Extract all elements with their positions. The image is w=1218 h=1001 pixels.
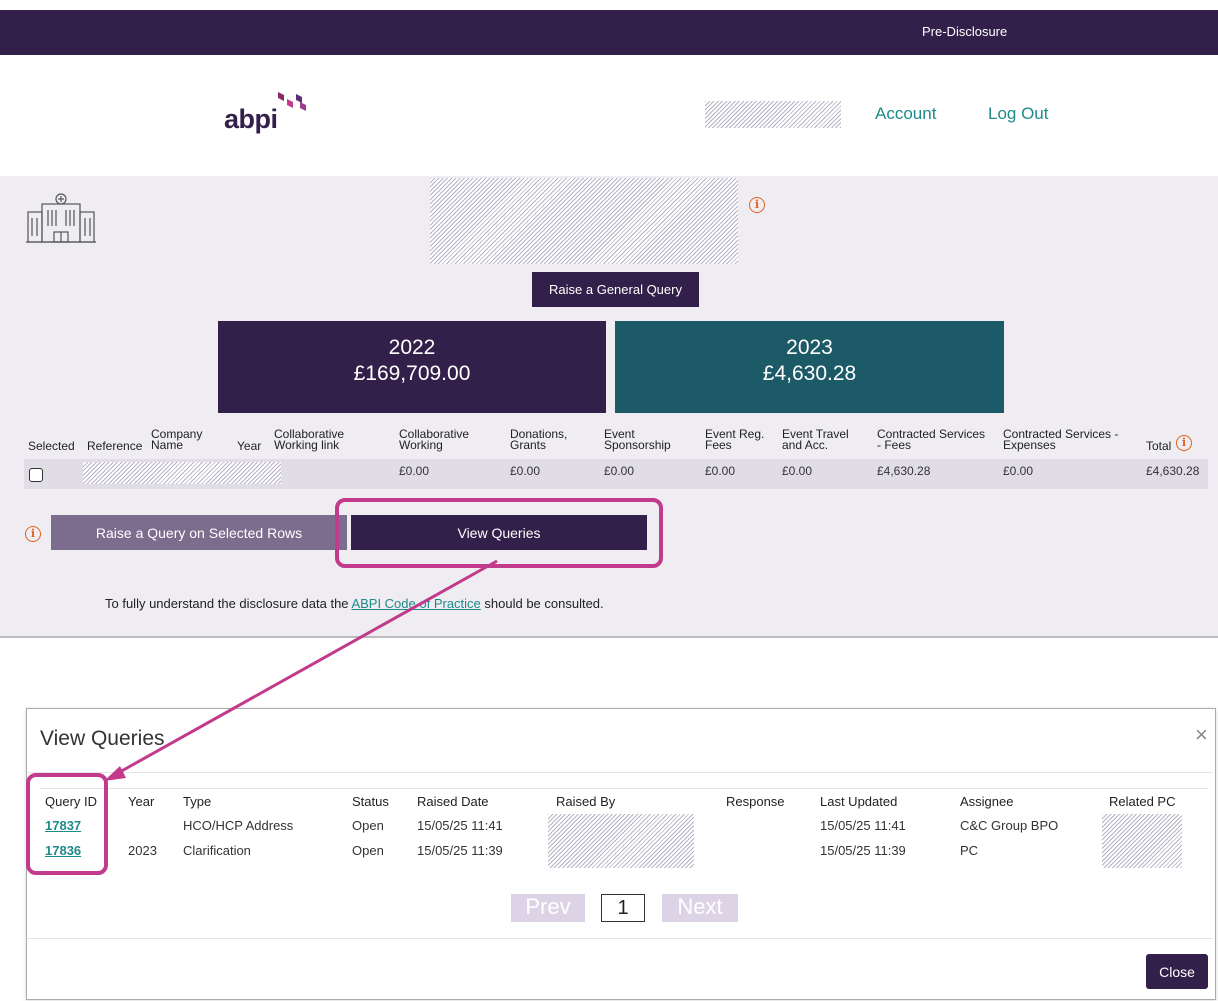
current-page[interactable]: 1 bbox=[601, 894, 645, 922]
modal-footer-divider bbox=[27, 938, 1213, 939]
close-button[interactable]: Close bbox=[1146, 954, 1208, 989]
next-page-button[interactable]: Next bbox=[662, 894, 738, 922]
annotation-arrow-icon bbox=[104, 559, 498, 781]
prev-page-button[interactable]: Prev bbox=[511, 894, 585, 922]
